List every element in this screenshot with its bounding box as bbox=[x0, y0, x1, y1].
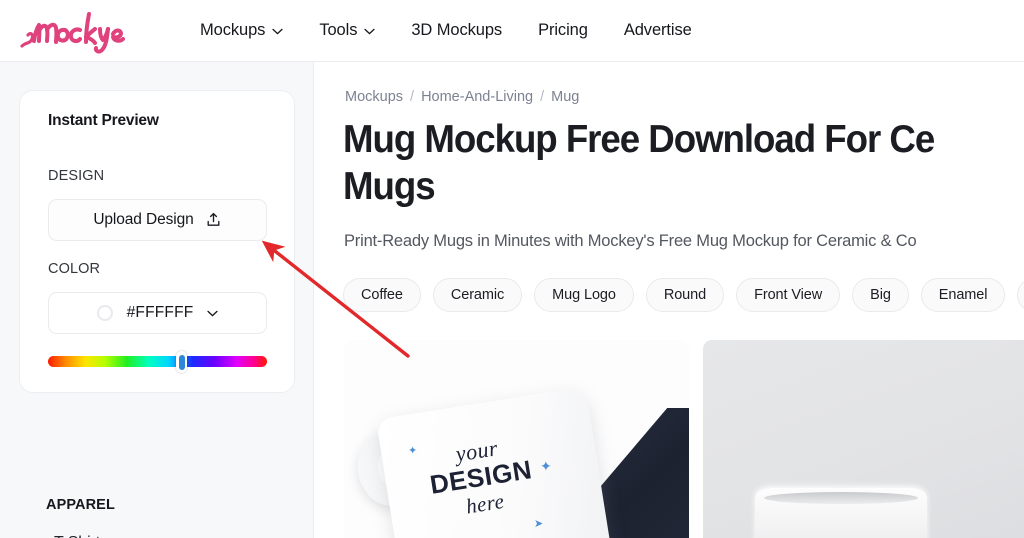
hue-gradient-track bbox=[48, 356, 267, 367]
chevron-down-icon bbox=[272, 28, 283, 35]
page-subtitle: Print-Ready Mugs in Minutes with Mockey'… bbox=[344, 232, 917, 250]
tag-coffee[interactable]: Coffee bbox=[343, 278, 421, 312]
tag-ceramic[interactable]: Ceramic bbox=[432, 278, 523, 312]
nav-item-advertise-label: Advertise bbox=[623, 21, 692, 39]
nav-item-pricing[interactable]: Pricing bbox=[538, 21, 588, 40]
tag-enamel[interactable]: Enamel bbox=[920, 278, 1006, 312]
tag-big[interactable]: Big bbox=[852, 278, 909, 312]
tag-partial[interactable] bbox=[1017, 278, 1024, 312]
chevron-down-icon bbox=[364, 28, 376, 35]
tag-mug-logo[interactable]: Mug Logo bbox=[534, 278, 634, 312]
nav-item-3d-mockups-label: 3D Mockups bbox=[411, 21, 503, 39]
color-swatch bbox=[96, 305, 113, 321]
page-title-line-1: Mug Mockup Free Download For Ce bbox=[343, 118, 935, 161]
nav-item-pricing-label: Pricing bbox=[538, 21, 588, 39]
breadcrumb-item-home-and-living[interactable]: Home-And-Living bbox=[421, 89, 533, 105]
design-section-label: DESIGN bbox=[48, 168, 105, 184]
tag-round[interactable]: Round bbox=[645, 278, 725, 312]
hue-slider-handle[interactable] bbox=[176, 351, 187, 373]
color-hex-value: #FFFFFF bbox=[126, 304, 194, 321]
panel-title: Instant Preview bbox=[48, 112, 159, 129]
breadcrumb: Mockups / Home-And-Living / Mug bbox=[345, 89, 579, 105]
hue-slider[interactable] bbox=[48, 351, 267, 373]
upload-design-label: Upload Design bbox=[93, 211, 194, 228]
sparkle-icon: ✦ bbox=[540, 458, 552, 474]
mug-rim bbox=[755, 488, 927, 538]
apparel-category-heading: APPAREL bbox=[46, 497, 115, 513]
page-title: Mug Mockup Free Download For Ce Mugs bbox=[343, 116, 1024, 210]
main-nav: Mockups Tools 3D Mockups Pricing Adverti… bbox=[200, 21, 692, 40]
nav-item-mockups[interactable]: Mockups bbox=[200, 21, 283, 40]
instant-preview-panel: Instant Preview DESIGN Upload Design COL… bbox=[19, 90, 295, 393]
nav-item-advertise[interactable]: Advertise bbox=[624, 21, 692, 40]
nav-item-3d-mockups[interactable]: 3D Mockups bbox=[411, 21, 502, 40]
main-content: Mockups / Home-And-Living / Mug Mug Mock… bbox=[314, 62, 1024, 538]
tag-list: Coffee Ceramic Mug Logo Round Front View… bbox=[343, 278, 1024, 312]
top-navigation-bar: Mockups Tools 3D Mockups Pricing Adverti… bbox=[0, 0, 1024, 62]
upload-icon bbox=[205, 212, 222, 229]
nav-item-tools-label: Tools bbox=[319, 21, 358, 39]
breadcrumb-item-mockups[interactable]: Mockups bbox=[345, 89, 403, 105]
sparkle-icon: ✦ bbox=[408, 445, 418, 457]
tag-front-view[interactable]: Front View bbox=[736, 278, 841, 312]
color-section-label: COLOR bbox=[48, 261, 101, 277]
upload-design-button[interactable]: Upload Design bbox=[48, 199, 267, 241]
nav-item-tools[interactable]: Tools bbox=[319, 21, 376, 40]
left-sidebar: Instant Preview DESIGN Upload Design COL… bbox=[0, 62, 314, 538]
breadcrumb-separator: / bbox=[540, 89, 545, 105]
page-title-line-2: Mugs bbox=[343, 165, 436, 208]
breadcrumb-item-mug[interactable]: Mug bbox=[551, 89, 579, 105]
mockup-card-white-ceramic-mug[interactable]: your DESIGN here ✦ ✦ ➤ bbox=[344, 340, 689, 538]
sparkle-icon: ➤ bbox=[534, 518, 544, 530]
breadcrumb-separator: / bbox=[410, 89, 415, 105]
mockup-gallery: your DESIGN here ✦ ✦ ➤ bbox=[344, 340, 1024, 538]
color-picker-button[interactable]: #FFFFFF bbox=[48, 292, 267, 334]
mockey-logo[interactable] bbox=[16, 8, 138, 54]
nav-item-mockups-label: Mockups bbox=[200, 21, 266, 39]
sidebar-item-t-shirt[interactable]: T Shirt bbox=[54, 534, 100, 538]
mockup-card-gray-background-mug[interactable] bbox=[703, 340, 1024, 538]
chevron-down-icon bbox=[207, 310, 219, 317]
